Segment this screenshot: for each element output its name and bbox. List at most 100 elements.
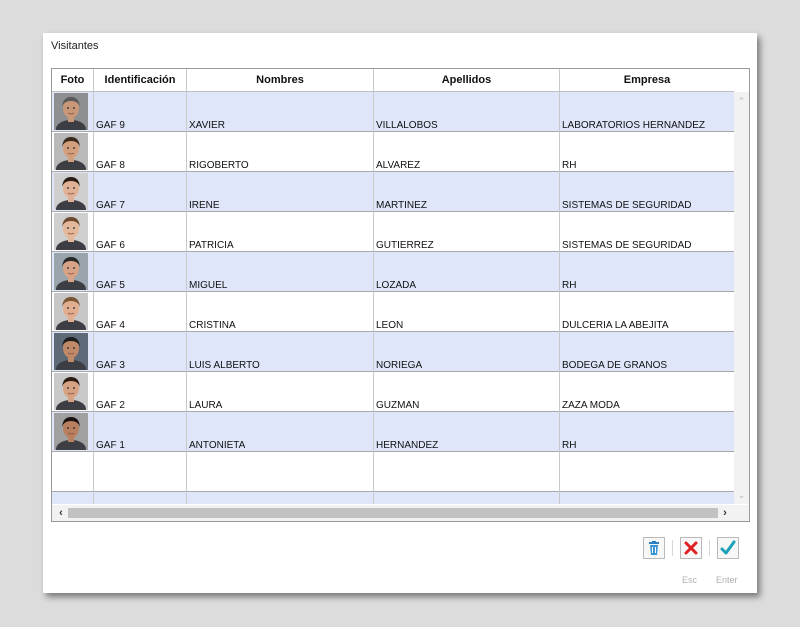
nombres-value: LAURA xyxy=(189,400,223,411)
identificacion-cell: GAF 7 xyxy=(94,172,187,212)
nombres-cell: MIGUEL xyxy=(187,252,374,292)
apellidos-cell xyxy=(374,492,560,504)
identificacion-value: GAF 1 xyxy=(96,440,125,451)
visitor-photo xyxy=(54,333,88,370)
visitor-photo xyxy=(54,293,88,330)
table-row[interactable] xyxy=(52,452,734,492)
identificacion-cell: GAF 3 xyxy=(94,332,187,372)
visitor-photo xyxy=(54,93,88,130)
visitor-photo xyxy=(54,253,88,290)
photo-cell xyxy=(52,412,94,452)
grid-rows: GAF 9 XAVIER VILLALOBOS LABORATORIOS HERNAN… xyxy=(52,92,734,504)
nombres-value: XAVIER xyxy=(189,120,225,131)
apellidos-cell: LEON xyxy=(374,292,560,332)
apellidos-cell: MARTINEZ xyxy=(374,172,560,212)
scroll-left-icon[interactable]: ‹ xyxy=(54,505,68,521)
identificacion-value: GAF 8 xyxy=(96,160,125,171)
column-header-foto[interactable]: Foto xyxy=(52,69,94,91)
nombres-value: PATRICIA xyxy=(189,240,234,251)
column-header-empresa[interactable]: Empresa xyxy=(560,69,734,91)
empresa-value: LABORATORIOS HERNANDEZ xyxy=(562,120,705,131)
table-row[interactable]: GAF 1 ANTONIETA HERNANDEZ RH xyxy=(52,412,734,452)
nombres-value: ANTONIETA xyxy=(189,440,246,451)
empresa-value: RH xyxy=(562,280,577,291)
empresa-cell xyxy=(560,492,734,504)
table-row[interactable]: GAF 4 CRISTINA LEON DULCERIA LA ABEJITA xyxy=(52,292,734,332)
apellidos-cell xyxy=(374,452,560,492)
nombres-value: MIGUEL xyxy=(189,280,228,291)
visitor-photo xyxy=(54,373,88,410)
identificacion-cell: GAF 2 xyxy=(94,372,187,412)
apellidos-cell: NORIEGA xyxy=(374,332,560,372)
table-row[interactable]: GAF 6 PATRICIA GUTIERREZ SISTEMAS DE SEGURI… xyxy=(52,212,734,252)
table-row[interactable]: GAF 9 XAVIER VILLALOBOS LABORATORIOS HERNAN… xyxy=(52,92,734,132)
nombres-cell: CRISTINA xyxy=(187,292,374,332)
column-header-apellidos[interactable]: Apellidos xyxy=(374,69,560,91)
check-icon xyxy=(720,540,736,555)
photo-cell xyxy=(52,292,94,332)
nombres-value: CRISTINA xyxy=(189,320,236,331)
identificacion-value: GAF 2 xyxy=(96,400,125,411)
photo-cell xyxy=(52,212,94,252)
identificacion-cell xyxy=(94,452,187,492)
apellidos-cell: VILLALOBOS xyxy=(374,92,560,132)
table-row[interactable]: GAF 8 RIGOBERTO ALVAREZ RH xyxy=(52,132,734,172)
empresa-cell xyxy=(560,452,734,492)
nombres-value: LUIS ALBERTO xyxy=(189,360,260,371)
empresa-cell: BODEGA DE GRANOS xyxy=(560,332,734,372)
apellidos-value: MARTINEZ xyxy=(376,200,427,211)
empresa-cell: SISTEMAS DE SEGURIDAD xyxy=(560,212,734,252)
empresa-value: RH xyxy=(562,160,577,171)
table-row[interactable]: GAF 3 LUIS ALBERTO NORIEGA BODEGA DE GRANOS xyxy=(52,332,734,372)
horizontal-scrollbar[interactable]: ‹ › xyxy=(52,505,734,521)
visitor-photo xyxy=(54,173,88,210)
scrollbar-corner xyxy=(734,505,749,521)
identificacion-cell: GAF 5 xyxy=(94,252,187,292)
empresa-cell: ZAZA MODA xyxy=(560,372,734,412)
table-row[interactable]: GAF 5 MIGUEL LOZADA RH xyxy=(52,252,734,292)
nombres-cell: LAURA xyxy=(187,372,374,412)
identificacion-cell xyxy=(94,492,187,504)
cancel-shortcut-label: Esc xyxy=(682,575,698,585)
visitor-photo xyxy=(54,133,88,170)
empresa-cell: RH xyxy=(560,252,734,292)
apellidos-cell: GUZMAN xyxy=(374,372,560,412)
photo-cell xyxy=(52,132,94,172)
identificacion-value: GAF 9 xyxy=(96,120,125,131)
apellidos-cell: ALVAREZ xyxy=(374,132,560,172)
photo-cell xyxy=(52,252,94,292)
scroll-up-icon[interactable]: ⌃ xyxy=(734,94,749,108)
visitor-photo xyxy=(54,213,88,250)
column-header-nombres[interactable]: Nombres xyxy=(187,69,374,91)
apellidos-cell: GUTIERREZ xyxy=(374,212,560,252)
visitor-photo xyxy=(54,413,88,450)
table-row[interactable]: GAF 2 LAURA GUZMAN ZAZA MODA xyxy=(52,372,734,412)
visitors-grid: Foto Identificación Nombres Apellidos Em… xyxy=(51,68,750,522)
empresa-cell: SISTEMAS DE SEGURIDAD xyxy=(560,172,734,212)
table-row[interactable] xyxy=(52,492,734,504)
window-title: Visitantes xyxy=(51,40,99,52)
apellidos-value: LEON xyxy=(376,320,404,331)
close-icon xyxy=(684,541,698,555)
accept-button[interactable] xyxy=(717,537,739,559)
empresa-cell: LABORATORIOS HERNANDEZ xyxy=(560,92,734,132)
scroll-down-icon[interactable]: ⌄ xyxy=(734,488,749,502)
empresa-value: DULCERIA LA ABEJITA xyxy=(562,320,669,331)
nombres-cell: PATRICIA xyxy=(187,212,374,252)
apellidos-value: ALVAREZ xyxy=(376,160,421,171)
photo-cell xyxy=(52,492,94,504)
nombres-value: RIGOBERTO xyxy=(189,160,249,171)
nombres-cell xyxy=(187,492,374,504)
table-row[interactable]: GAF 7 IRENE MARTINEZ SISTEMAS DE SEGURIDAD xyxy=(52,172,734,212)
column-header-identificacion[interactable]: Identificación xyxy=(94,69,187,91)
empresa-value: SISTEMAS DE SEGURIDAD xyxy=(562,240,692,251)
cancel-button[interactable] xyxy=(680,537,702,559)
empresa-value: BODEGA DE GRANOS xyxy=(562,360,668,371)
nombres-cell: XAVIER xyxy=(187,92,374,132)
vertical-scrollbar[interactable]: ⌃ ⌄ xyxy=(734,92,749,504)
scroll-right-icon[interactable]: › xyxy=(718,505,732,521)
photo-cell xyxy=(52,332,94,372)
delete-button[interactable] xyxy=(643,537,665,559)
horizontal-scroll-thumb[interactable] xyxy=(68,508,718,518)
nombres-cell: ANTONIETA xyxy=(187,412,374,452)
